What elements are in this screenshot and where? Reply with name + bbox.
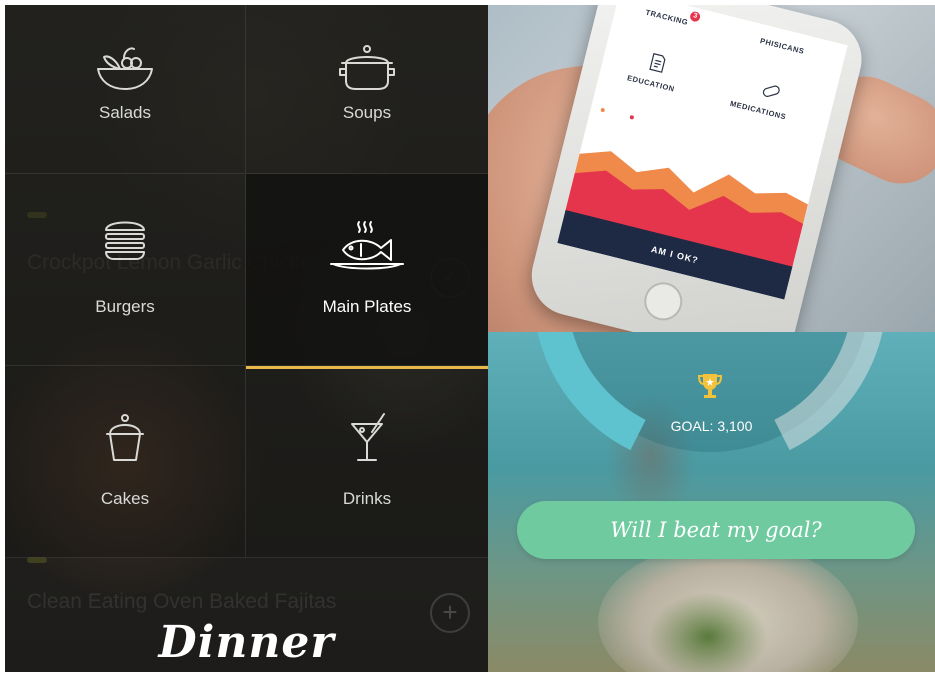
page-title: Dinner [158, 617, 335, 668]
physicians-label[interactable]: PHISICANS [759, 36, 805, 56]
category-drinks[interactable]: Drinks [246, 366, 488, 558]
soup-pot-icon [339, 45, 395, 90]
category-cakes[interactable]: Cakes [5, 366, 246, 558]
beat-goal-button[interactable]: Will I beat my goal? [517, 501, 915, 559]
pill-icon [762, 85, 780, 97]
active-category-indicator [246, 366, 488, 369]
tracking-label[interactable]: TRACKING [645, 8, 689, 27]
goal-tracker-panel: GOAL: 3,100 Will I beat my goal? [488, 332, 935, 672]
medications-label[interactable]: MEDICATIONS [729, 99, 787, 122]
recipe-category-panel: Crockpot Lemon Garlic Chicken ✓ Clean Ea… [5, 5, 488, 672]
category-label: Drinks [342, 489, 392, 508]
category-label: Main Plates [322, 297, 412, 316]
tracking-badge: 3 [689, 10, 702, 23]
goal-value: GOAL: 3,100 [670, 418, 753, 434]
category-label: Salads [99, 103, 151, 122]
smartphone: TRACKING 3 PHISICANS EDUCATION MEDICATIO… [523, 5, 870, 332]
salad-bowl-icon [97, 47, 153, 90]
chart-legend [600, 107, 636, 123]
category-salads[interactable]: Salads [5, 5, 246, 174]
burger-icon [105, 221, 145, 260]
cocktail-icon [351, 413, 385, 461]
category-soups[interactable]: Soups [246, 5, 488, 174]
phone-clip: TRACKING 3 PHISICANS EDUCATION MEDICATIO… [488, 5, 935, 332]
cupcake-icon [106, 414, 144, 461]
document-icon [649, 53, 666, 73]
home-button[interactable] [640, 278, 687, 325]
education-label[interactable]: EDUCATION [626, 73, 675, 93]
trophy-icon [697, 374, 723, 398]
category-burgers[interactable]: Burgers [5, 174, 246, 366]
category-label: Cakes [100, 489, 150, 508]
category-grid: Salads Soups Burgers Main Plates Cakes D… [5, 5, 488, 672]
category-label: Burgers [95, 297, 155, 316]
category-main-plates[interactable]: Main Plates [246, 174, 488, 366]
fish-plate-icon [330, 221, 404, 270]
phone-screen: TRACKING 3 PHISICANS EDUCATION MEDICATIO… [557, 5, 848, 300]
category-label: Soups [342, 103, 392, 122]
